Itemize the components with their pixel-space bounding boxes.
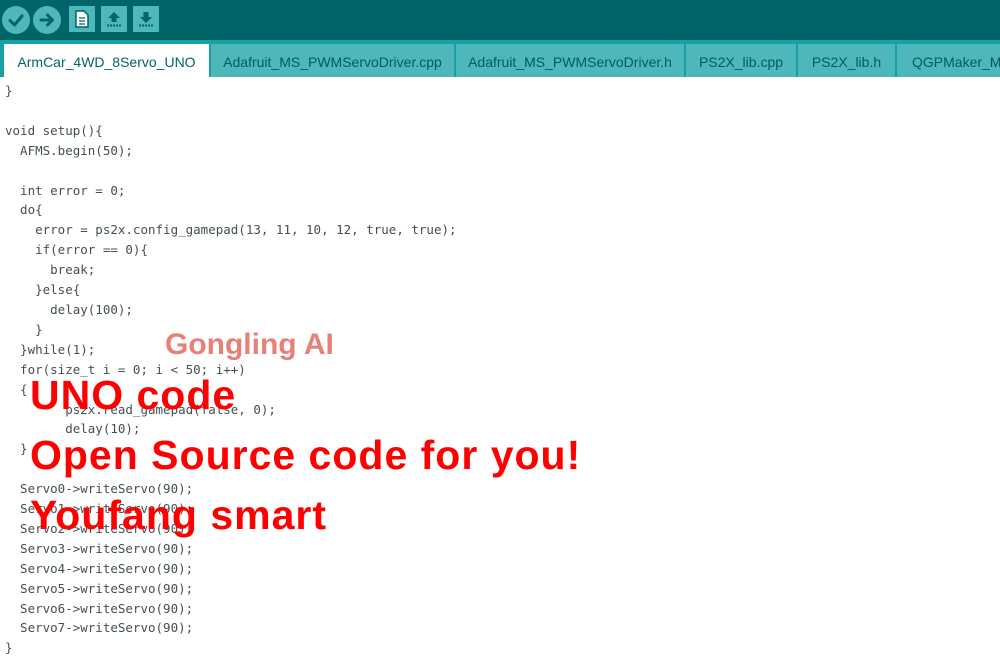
code-line: { — [5, 381, 28, 397]
tab-pwm-driver-h[interactable]: Adafruit_MS_PWMServoDriver.h — [456, 44, 684, 77]
upload-button[interactable] — [33, 6, 61, 34]
verify-button[interactable] — [2, 6, 30, 34]
code-line: }else{ — [5, 282, 81, 298]
code-text: } void setup(){ AFMS.begin(50); int erro… — [5, 81, 457, 658]
code-line: } — [5, 640, 13, 656]
code-line: break; — [5, 262, 96, 278]
code-line: void setup(){ — [5, 122, 103, 138]
arrow-right-icon — [39, 13, 54, 27]
code-line: Servo6->writeServo(90); — [5, 600, 194, 616]
code-line: } — [5, 441, 28, 457]
brand-watermark: Gongling AI — [165, 328, 334, 361]
code-line: Servo3->writeServo(90); — [5, 540, 194, 556]
tab-armcar-uno[interactable]: ArmCar_4WD_8Servo_UNO — [4, 44, 209, 77]
code-line: } — [5, 83, 13, 98]
watermark-line-uno-code: UNO code — [30, 372, 237, 418]
code-line: delay(100); — [5, 301, 133, 317]
tab-qgpmaker[interactable]: QGPMaker_M — [897, 44, 1000, 77]
code-line: Servo7->writeServo(90); — [5, 620, 194, 636]
code-line: AFMS.begin(50); — [5, 142, 133, 158]
save-button[interactable] — [133, 6, 159, 32]
new-sketch-button[interactable] — [69, 6, 95, 32]
toolbar — [0, 0, 1000, 40]
code-line: int error = 0; — [5, 182, 126, 198]
tab-pwm-driver-cpp[interactable]: Adafruit_MS_PWMServoDriver.cpp — [211, 44, 454, 77]
new-file-icon — [75, 10, 89, 28]
code-line: Servo4->writeServo(90); — [5, 560, 194, 576]
tab-ps2x-lib-cpp[interactable]: PS2X_lib.cpp — [686, 44, 796, 77]
code-editor[interactable]: } void setup(){ AFMS.begin(50); int erro… — [0, 77, 1000, 659]
watermark-line-open-source: Open Source code for you! — [30, 432, 582, 478]
code-line: }while(1); — [5, 341, 96, 357]
code-line: if(error == 0){ — [5, 242, 148, 258]
code-line: do{ — [5, 202, 43, 218]
tab-ps2x-lib-h[interactable]: PS2X_lib.h — [798, 44, 895, 77]
save-download-icon — [139, 12, 153, 27]
code-line: } — [5, 321, 43, 337]
checkmark-icon — [8, 14, 24, 27]
open-upload-icon — [107, 12, 121, 27]
open-button[interactable] — [101, 6, 127, 32]
tab-bar: ArmCar_4WD_8Servo_UNO Adafruit_MS_PWMSer… — [0, 40, 1000, 77]
code-line: Servo5->writeServo(90); — [5, 580, 194, 596]
watermark-line-youfang: Youfang smart — [30, 492, 327, 538]
code-line: error = ps2x.config_gamepad(13, 11, 10, … — [5, 222, 457, 238]
